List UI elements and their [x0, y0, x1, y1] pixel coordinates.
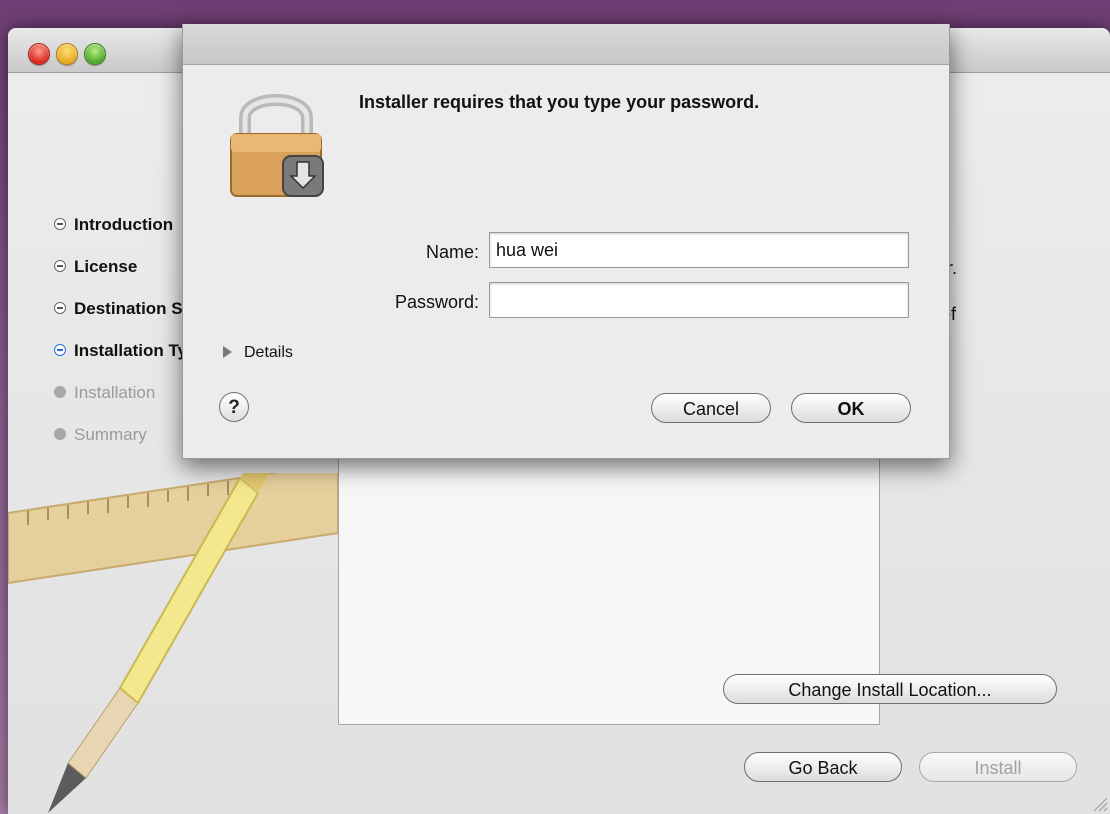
step-license: License — [54, 255, 194, 297]
install-button[interactable]: Install — [919, 752, 1077, 782]
dialog-top-bar — [183, 24, 949, 65]
zoom-button[interactable] — [84, 43, 106, 65]
disclosure-triangle-icon[interactable] — [223, 345, 232, 358]
password-dialog: Installer requires that you type your pa… — [182, 24, 950, 459]
help-button[interactable]: ? — [219, 392, 249, 422]
step-label: Introduction — [74, 215, 174, 234]
step-label: Installation Type — [74, 341, 194, 360]
step-label: Installation — [74, 383, 156, 402]
go-back-button[interactable]: Go Back — [744, 752, 902, 782]
step-label: Destination Select — [74, 299, 194, 318]
step-installation: Installation — [54, 381, 194, 423]
step-destination: Destination Select — [54, 297, 194, 339]
step-bullet-icon — [54, 259, 66, 272]
step-bullet-icon — [54, 301, 66, 314]
step-bullet-icon — [54, 385, 66, 398]
minimize-button[interactable] — [56, 43, 78, 65]
details-disclosure[interactable]: Details — [223, 344, 293, 362]
name-label: Name: — [425, 242, 479, 262]
close-button[interactable] — [28, 43, 50, 65]
resize-grip-icon[interactable] — [1090, 794, 1108, 812]
step-bullet-icon — [54, 343, 66, 356]
step-label: License — [74, 257, 138, 276]
step-bullet-icon — [54, 217, 66, 230]
details-label: Details — [244, 344, 293, 361]
password-label: Password: — [394, 292, 479, 312]
password-field[interactable] — [489, 282, 909, 318]
installer-steps: Introduction License Destination Select … — [54, 213, 194, 465]
lock-installer-icon — [230, 94, 324, 197]
step-installation-type: Installation Type — [54, 339, 194, 381]
change-install-location-button[interactable]: Change Install Location... — [723, 674, 1057, 704]
cancel-button[interactable]: Cancel — [651, 393, 771, 423]
dialog-message: Installer requires that you type your pa… — [359, 92, 760, 112]
ok-button[interactable]: OK — [791, 393, 911, 423]
name-field[interactable]: hua wei — [489, 232, 909, 268]
step-summary: Summary — [54, 423, 194, 465]
step-introduction: Introduction — [54, 213, 194, 255]
step-label: Summary — [74, 425, 147, 444]
step-bullet-icon — [54, 427, 66, 440]
